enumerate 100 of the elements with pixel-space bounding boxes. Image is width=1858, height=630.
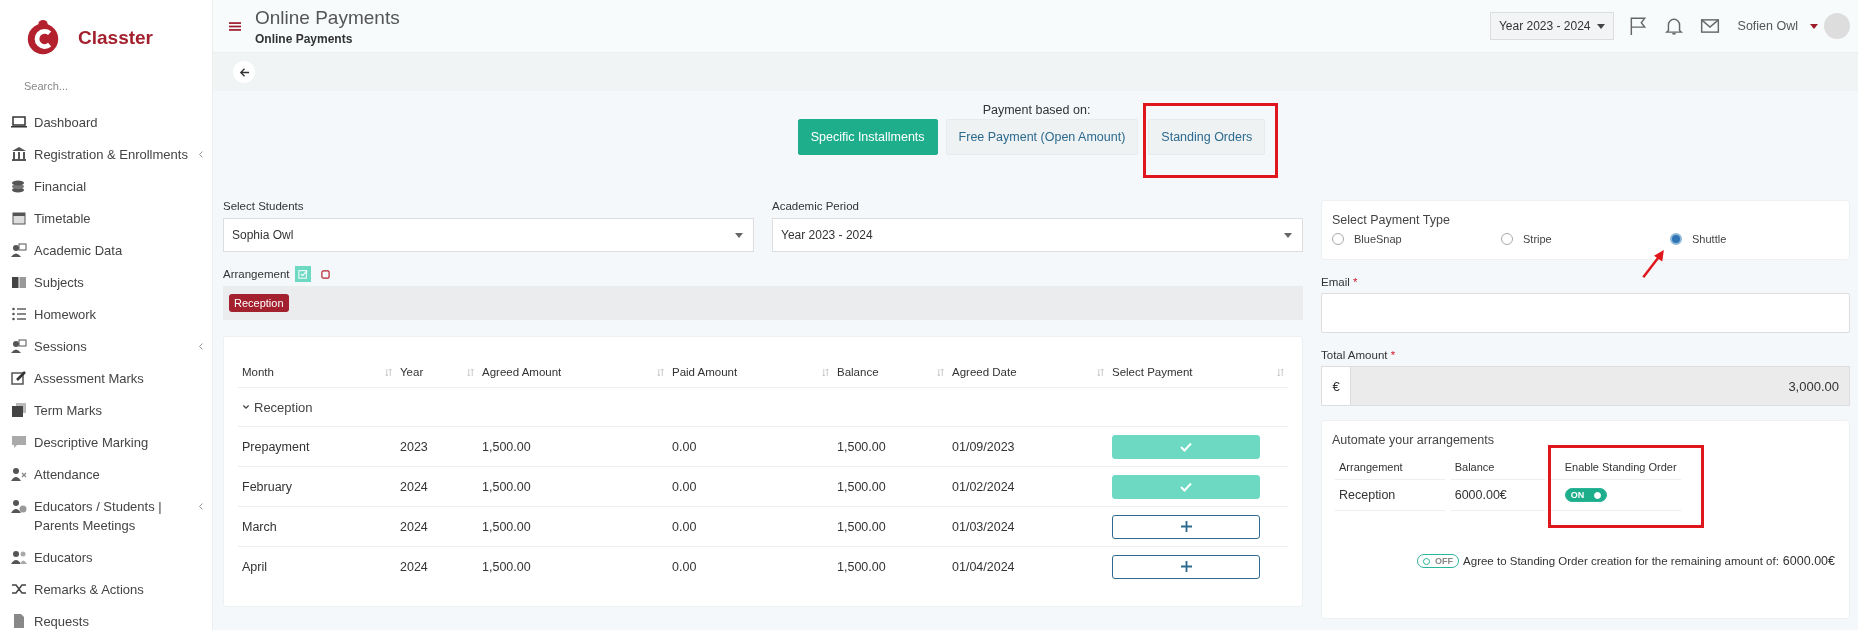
chevron-icon: [198, 149, 204, 159]
shuffle-icon: [11, 581, 27, 597]
bank-icon: [11, 146, 27, 162]
table-cell: 6000.00€: [1454, 488, 1507, 502]
column-header[interactable]: Select Payment: [1112, 366, 1193, 378]
radio-button[interactable]: [1501, 233, 1513, 245]
column-header: Arrangement: [1339, 461, 1403, 473]
sidebar-item[interactable]: Financial: [0, 170, 212, 202]
table-cell: 1,500.00: [482, 479, 531, 494]
two-persons-icon: [11, 549, 27, 565]
check-icon: [1180, 481, 1192, 492]
person-cross-icon: [11, 466, 27, 482]
sort-icon[interactable]: [1097, 367, 1104, 377]
table-cell: Reception: [1339, 488, 1396, 502]
table-cell: March: [242, 519, 277, 534]
back-button[interactable]: [233, 61, 255, 83]
column-header[interactable]: Agreed Amount: [482, 366, 562, 378]
column-header[interactable]: Paid Amount: [672, 366, 738, 378]
sidebar-item[interactable]: Dashboard: [0, 106, 212, 138]
column-header[interactable]: Agreed Date: [952, 366, 1017, 378]
field-label: Academic Period: [772, 200, 860, 212]
person-clock-icon: [11, 498, 27, 514]
caret-icon: [1596, 23, 1605, 29]
sidebar-item[interactable]: Subjects: [0, 266, 212, 298]
table-cell: 1,500.00: [482, 519, 531, 534]
sidebar-item[interactable]: Academic Data: [0, 234, 212, 266]
chevron-icon: [198, 341, 204, 351]
agreement-toggle[interactable]: OFF: [1417, 554, 1460, 568]
caret-icon: [1810, 23, 1818, 29]
table-cell: 2024: [400, 559, 428, 574]
sidebar-item[interactable]: Descriptive Marking: [0, 426, 212, 458]
column-header[interactable]: Year: [400, 366, 424, 378]
calendar-icon: [11, 210, 27, 226]
sidebar-item[interactable]: Educators: [0, 541, 212, 573]
mail-icon[interactable]: [1699, 16, 1720, 36]
radio-button[interactable]: [1670, 233, 1682, 245]
select-payment-button[interactable]: [1112, 554, 1260, 579]
user-name[interactable]: Sofien Owl: [1737, 19, 1798, 33]
sort-icon[interactable]: [657, 367, 664, 377]
table-cell: April: [242, 559, 267, 574]
document-icon: [11, 613, 27, 629]
sidebar-item[interactable]: Registration & Enrollments: [0, 138, 212, 170]
sidebar-item[interactable]: Educators / Students | Parents Meetings: [0, 490, 212, 541]
sort-icon[interactable]: [822, 367, 829, 377]
select-payment-button[interactable]: [1112, 514, 1260, 539]
cards-icon: [11, 402, 27, 418]
sidebar-item[interactable]: Homework: [0, 298, 212, 330]
field-label: Total Amount *: [1321, 349, 1397, 361]
table-cell: 2023: [400, 439, 428, 454]
chevron-icon: [198, 501, 204, 511]
menu-icon[interactable]: [229, 20, 241, 32]
column-header[interactable]: Month: [242, 366, 274, 378]
search-field[interactable]: Search...: [22, 78, 186, 94]
table-cell: 1,500.00: [482, 559, 531, 574]
table-cell: 1,500.00: [837, 559, 886, 574]
sidebar-item[interactable]: Attendance: [0, 458, 212, 490]
payment-basis-tab[interactable]: Standing Orders: [1148, 119, 1266, 155]
payment-basis-tab[interactable]: Free Payment (Open Amount): [945, 119, 1139, 155]
avatar[interactable]: [1824, 13, 1850, 39]
page-title: Online Payments: [255, 6, 400, 29]
table-cell: Prepayment: [242, 439, 310, 454]
check-icon: [1180, 441, 1192, 452]
table-cell: February: [242, 479, 293, 494]
academic-period-select[interactable]: Year 2023 - 2024: [772, 218, 1303, 252]
table-cell: 01/09/2023: [952, 439, 1015, 454]
arrangement-tag[interactable]: Reception: [229, 294, 289, 312]
radio-button[interactable]: [1332, 233, 1344, 245]
payment-type-option[interactable]: BlueSnap: [1332, 233, 1501, 245]
group-name: Reception: [254, 399, 313, 415]
payment-basis-label: Payment based on:: [982, 103, 1091, 117]
total-amount-field[interactable]: € 3,000.00: [1321, 366, 1850, 406]
sidebar-item[interactable]: Remarks & Actions: [0, 573, 212, 605]
bell-icon[interactable]: [1663, 16, 1684, 36]
chevron-icon[interactable]: [242, 404, 250, 410]
column-header[interactable]: Balance: [837, 366, 879, 378]
column-header: Balance: [1454, 461, 1495, 473]
person-board-icon: [11, 338, 27, 354]
year-select[interactable]: Year 2023 - 2024: [1489, 12, 1614, 40]
brand-name: Classter: [78, 27, 153, 49]
sort-icon[interactable]: [385, 367, 392, 377]
sidebar-item[interactable]: Sessions: [0, 330, 212, 362]
sidebar-item[interactable]: Assessment Marks: [0, 362, 212, 394]
arrangement-field[interactable]: Reception: [223, 286, 1303, 320]
email-field[interactable]: [1321, 293, 1850, 333]
payment-type-option[interactable]: Shuttle: [1670, 233, 1839, 245]
students-select[interactable]: Sophia Owl: [223, 218, 754, 252]
sidebar-item[interactable]: Requests: [0, 605, 212, 630]
plus-icon: [1180, 561, 1192, 572]
sidebar-item[interactable]: Term Marks: [0, 394, 212, 426]
edit-button[interactable]: [295, 266, 312, 282]
caret-icon: [735, 232, 743, 238]
sort-icon[interactable]: [937, 367, 944, 377]
sort-icon[interactable]: [467, 367, 474, 377]
caret-icon: [1284, 232, 1292, 238]
agreement-amount: 6000.00€: [1782, 554, 1835, 568]
payment-type-option[interactable]: Stripe: [1501, 233, 1670, 245]
table-cell: 2024: [400, 519, 428, 534]
sidebar-item[interactable]: Timetable: [0, 202, 212, 234]
sort-icon[interactable]: [1277, 367, 1284, 377]
column-header: Enable Standing Order: [1564, 461, 1677, 473]
